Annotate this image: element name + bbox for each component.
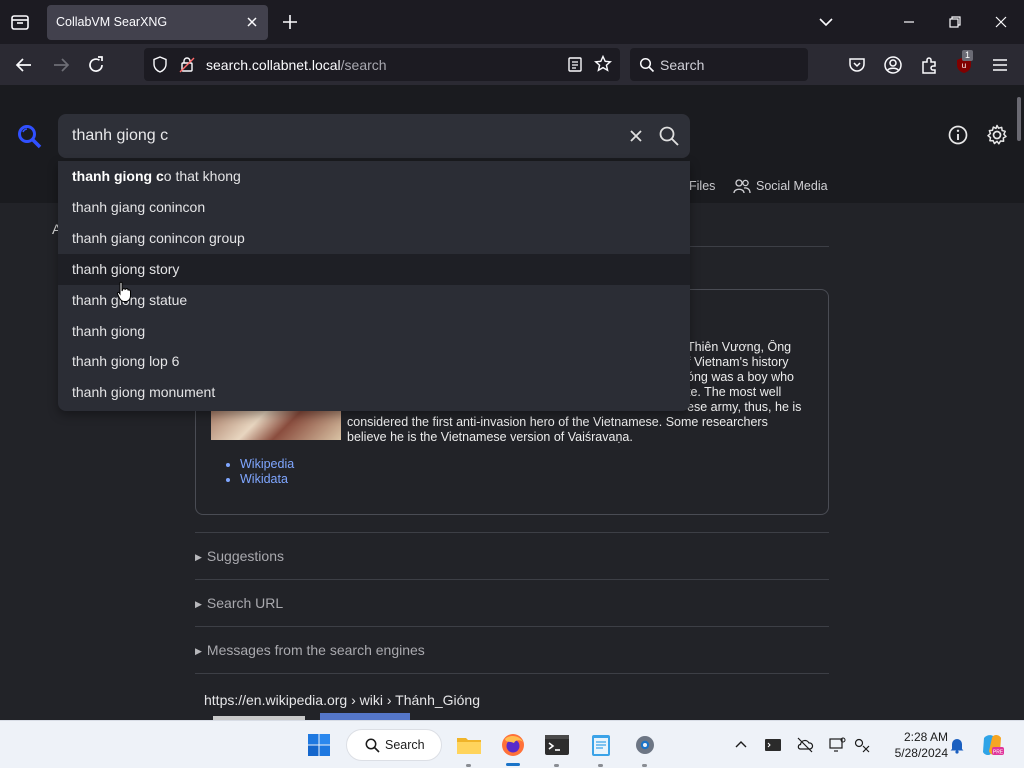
category-tab-social-media[interactable]: Social Media	[733, 176, 828, 196]
autocomplete-dropdown: thanh giong co that khong thanh giang co…	[58, 161, 690, 411]
autocomplete-item[interactable]: thanh giong lop 6	[58, 346, 690, 377]
insecure-lock-icon[interactable]	[179, 56, 195, 73]
minimize-icon[interactable]	[899, 12, 919, 32]
running-indicator	[598, 764, 603, 767]
divider	[195, 626, 829, 627]
browser-tab-active[interactable]: CollabVM SearXNG	[47, 5, 268, 40]
infobox-links: Wikipedia Wikidata	[240, 457, 294, 487]
terminal-icon[interactable]	[543, 731, 571, 759]
hand-pointer-cursor-icon	[116, 281, 132, 303]
notepad-icon[interactable]	[587, 731, 615, 759]
svg-text:PRE: PRE	[993, 750, 1004, 756]
browser-tab-bar: CollabVM SearXNG	[0, 0, 1024, 44]
infobox-line: believe he is the Vietnamese version of …	[347, 430, 633, 444]
details-label: Suggestions	[206, 548, 284, 564]
result-host: https://en.wikipedia.org	[204, 692, 348, 708]
windows-taskbar: Search 2:28 AM 5/28/2024 PRE	[0, 720, 1024, 768]
browser-search-placeholder: Search	[660, 57, 705, 73]
list-all-tabs-icon[interactable]	[8, 10, 32, 34]
running-indicator	[554, 764, 559, 767]
divider	[690, 246, 829, 247]
address-bar[interactable]: search.collabnet.local/search	[144, 48, 620, 81]
url-text: search.collabnet.local/search	[206, 57, 387, 73]
windows-start-icon[interactable]	[305, 731, 333, 759]
bookmark-star-icon[interactable]	[594, 55, 612, 73]
suggestions-toggle[interactable]: ▶ Suggestions	[195, 548, 284, 564]
searxng-logo-icon[interactable]	[16, 123, 44, 151]
clock-date: 5/28/2024	[894, 746, 948, 760]
wikipedia-link[interactable]: Wikipedia	[240, 457, 294, 472]
file-explorer-icon[interactable]	[455, 731, 483, 759]
search-query-text: thanh giong c	[72, 127, 169, 144]
pocket-icon[interactable]	[846, 54, 868, 76]
autocomplete-item-hovered[interactable]: thanh giong story	[58, 254, 690, 285]
back-arrow-icon[interactable]	[13, 54, 35, 76]
details-label: Messages from the search engines	[206, 642, 425, 658]
copilot-icon[interactable]: PRE	[979, 732, 1007, 760]
close-window-icon[interactable]	[991, 12, 1011, 32]
restore-icon[interactable]	[945, 12, 965, 32]
result-url[interactable]: https://en.wikipedia.org › wiki › Thánh_…	[204, 692, 480, 708]
running-indicator	[466, 764, 471, 767]
searxng-page: thanh giong c Files Social Media A Thiên…	[0, 85, 1024, 720]
clock-time: 2:28 AM	[903, 730, 948, 744]
taskbar-search-label: Search	[385, 738, 425, 752]
divider	[195, 579, 829, 580]
search-icon	[365, 738, 380, 753]
reader-view-icon[interactable]	[567, 56, 583, 73]
search-input[interactable]: thanh giong c	[58, 114, 690, 158]
cloud-offline-icon[interactable]	[796, 736, 814, 754]
new-tab-icon[interactable]	[280, 12, 300, 32]
notification-bell-icon[interactable]	[948, 736, 966, 754]
display-icon[interactable]	[828, 736, 846, 754]
active-app-indicator	[506, 763, 520, 766]
system-clock[interactable]: 2:28 AM 5/28/2024	[878, 729, 948, 761]
autocomplete-item[interactable]: thanh giong co that khong	[58, 161, 690, 192]
divider	[195, 673, 829, 674]
engine-messages-toggle[interactable]: ▶ Messages from the search engines	[195, 642, 425, 658]
chevron-down-icon[interactable]	[816, 12, 836, 32]
reload-icon[interactable]	[85, 54, 107, 76]
autocomplete-item[interactable]: thanh giang conincon group	[58, 223, 690, 254]
category-tab-files[interactable]: Files	[689, 179, 715, 193]
tray-terminal-icon[interactable]	[764, 736, 782, 754]
social-media-people-icon	[733, 179, 751, 194]
close-tab-icon[interactable]	[244, 14, 260, 30]
search-icon	[639, 57, 655, 73]
submit-search-icon[interactable]	[658, 125, 680, 147]
browser-search-box[interactable]: Search	[630, 48, 808, 81]
divider	[195, 532, 829, 533]
category-label: Social Media	[756, 179, 828, 193]
firefox-icon[interactable]	[499, 731, 527, 759]
details-label: Search URL	[206, 595, 284, 611]
preferences-gear-icon[interactable]	[985, 123, 1009, 147]
account-icon[interactable]	[882, 54, 904, 76]
autocomplete-item[interactable]: thanh giong	[58, 316, 690, 347]
extensions-puzzle-icon[interactable]	[918, 54, 940, 76]
forward-arrow-icon[interactable]	[50, 54, 72, 76]
autocomplete-item[interactable]: thanh giang conincon	[58, 192, 690, 223]
hamburger-menu-icon[interactable]	[989, 54, 1011, 76]
search-url-toggle[interactable]: ▶ Search URL	[195, 595, 283, 611]
autocomplete-item[interactable]: thanh giong statue	[58, 285, 690, 316]
chevron-up-icon[interactable]	[732, 736, 750, 754]
network-sound-icon[interactable]	[853, 736, 871, 754]
clear-search-icon[interactable]	[626, 126, 646, 146]
browser-toolbar: search.collabnet.local/search Search u 1	[0, 44, 1024, 85]
settings-gear-icon[interactable]	[631, 731, 659, 759]
result-path: › wiki › Thánh_Gióng	[347, 692, 481, 708]
extension-badge: 1	[962, 50, 974, 61]
shield-icon[interactable]	[152, 56, 168, 73]
infobox-line: considered the first anti-invasion hero …	[347, 415, 768, 429]
page-scrollbar-thumb[interactable]	[1017, 97, 1021, 141]
result-title-link[interactable]	[320, 713, 410, 720]
svg-text:u: u	[962, 61, 966, 70]
about-info-icon[interactable]	[947, 124, 969, 146]
running-indicator	[642, 764, 647, 767]
tab-title: CollabVM SearXNG	[56, 15, 168, 29]
wikidata-link[interactable]: Wikidata	[240, 472, 294, 487]
autocomplete-item[interactable]: thanh giong monument	[58, 377, 690, 408]
taskbar-search-box[interactable]: Search	[346, 729, 442, 761]
